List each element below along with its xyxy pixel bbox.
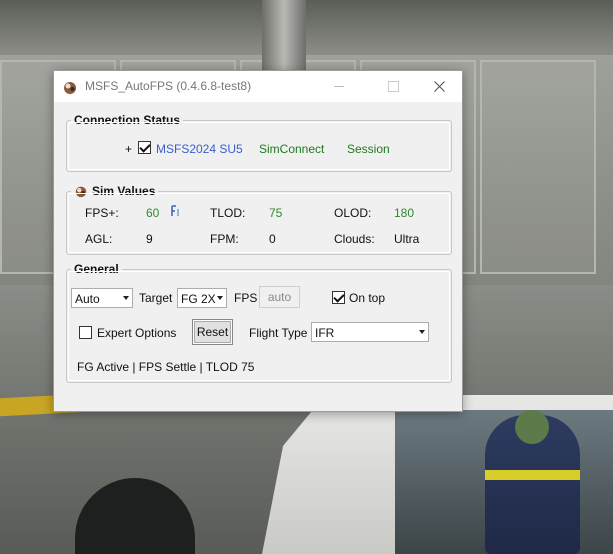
target-select-value: FG 2X <box>181 292 216 306</box>
expert-options-label: Expert Options <box>97 326 177 340</box>
olod-label: OLOD: <box>334 206 372 220</box>
simconnect-status: SimConnect <box>259 142 325 156</box>
minimize-button[interactable] <box>316 71 362 102</box>
hi-vis-stripe <box>485 470 580 480</box>
close-icon <box>433 81 445 92</box>
connection-plus: + <box>125 142 133 156</box>
autofps-window: MSFS_AutoFPS (0.4.6.8-test8) Connection … <box>53 70 463 412</box>
fps-graph-icon[interactable] <box>169 204 181 218</box>
on-top-label: On top <box>349 291 386 305</box>
flight-type-label: Flight Type <box>249 326 308 340</box>
agl-label: AGL: <box>85 232 113 246</box>
connection-status-group: Connection Status + MSFS2024 SU5 SimConn… <box>66 113 452 172</box>
on-top-checkbox[interactable] <box>332 291 345 304</box>
sim-version-label: MSFS2024 SU5 <box>156 142 243 156</box>
target-label: Target <box>139 291 173 305</box>
tlod-label: TLOD: <box>210 206 246 220</box>
sim-values-group: Sim Values FPS+: 60 TLOD: 75 OLOD: 180 A… <box>66 184 452 255</box>
agl-value: 9 <box>146 232 153 246</box>
session-status: Session <box>347 142 390 156</box>
clouds-value: Ultra <box>394 232 420 246</box>
maximize-button[interactable] <box>370 71 416 102</box>
chevron-down-icon <box>217 296 223 300</box>
mode-select[interactable]: Auto <box>71 288 133 308</box>
status-text: FG Active | FPS Settle | TLOD 75 <box>77 360 255 374</box>
close-button[interactable] <box>416 71 462 102</box>
chevron-down-icon <box>123 296 129 300</box>
fps-target-label: FPS <box>234 291 258 305</box>
reset-button[interactable]: Reset <box>192 319 233 345</box>
sim-checkbox[interactable] <box>138 141 151 154</box>
window-title: MSFS_AutoFPS (0.4.6.8-test8) <box>85 79 252 93</box>
flight-type-select-value: IFR <box>315 326 335 340</box>
general-legend: General <box>71 262 122 276</box>
mode-select-value: Auto <box>75 292 100 306</box>
title-bar[interactable]: MSFS_AutoFPS (0.4.6.8-test8) <box>54 71 462 102</box>
tlod-value: 75 <box>269 206 283 220</box>
worker-helmet <box>515 410 549 444</box>
general-group: General Auto Target FG 2X FPS auto On to… <box>66 262 452 383</box>
fps-target-input[interactable]: auto <box>259 286 300 308</box>
maximize-icon <box>387 81 399 92</box>
olod-value: 180 <box>394 206 415 220</box>
sim-values-icon <box>75 186 87 198</box>
chevron-down-icon <box>419 330 425 334</box>
sim-values-legend-text: Sim Values <box>92 184 156 198</box>
expert-options-checkbox[interactable] <box>79 326 92 339</box>
hangar-ceiling <box>0 0 613 55</box>
fps-label: FPS+: <box>85 206 119 220</box>
wall-panel <box>480 60 596 274</box>
sim-values-legend: Sim Values <box>71 184 159 198</box>
connection-status-legend: Connection Status <box>71 113 184 127</box>
clouds-label: Clouds: <box>334 232 375 246</box>
target-select[interactable]: FG 2X <box>177 288 227 308</box>
fps-value: 60 <box>146 206 160 220</box>
minimize-icon <box>334 86 344 87</box>
fpm-label: FPM: <box>210 232 239 246</box>
flight-type-select[interactable]: IFR <box>311 322 429 342</box>
app-icon <box>64 82 76 94</box>
fpm-value: 0 <box>269 232 276 246</box>
